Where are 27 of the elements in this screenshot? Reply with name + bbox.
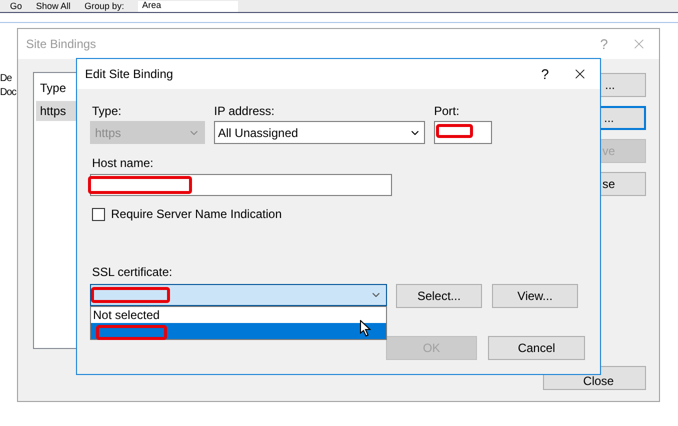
checkbox-label: Require Server Name Indication [111, 206, 282, 223]
ip-address-select[interactable]: All Unassigned [214, 121, 425, 144]
column-header[interactable]: Type [40, 79, 66, 97]
toolbar-button[interactable]: Show All [36, 2, 71, 10]
dialog-button[interactable]: Select... [396, 284, 482, 308]
port-label: Port: [434, 103, 460, 119]
help-button[interactable]: ? [530, 64, 560, 84]
dialog-button[interactable]: View... [492, 284, 578, 308]
redaction-mark [436, 124, 473, 138]
window-title: Edit Site Binding [85, 66, 174, 83]
group-by-field[interactable]: Area [138, 0, 238, 12]
redaction-mark [96, 325, 167, 340]
background-label: Doc [0, 86, 16, 100]
cursor-icon [360, 320, 371, 337]
dialog-button[interactable]: Cancel [488, 336, 585, 360]
type-label: Type: [91, 103, 122, 119]
ip-address-label: IP address: [214, 103, 276, 119]
background-label: De [0, 72, 13, 86]
host-name-field[interactable] [90, 174, 392, 196]
ssl-certificate-label: SSL certificate: [91, 264, 172, 280]
group-by-label: Group by: [84, 2, 124, 10]
host-name-label: Host name: [91, 155, 154, 171]
toolbar-button[interactable]: Go [10, 2, 22, 10]
port-field[interactable] [434, 121, 492, 144]
ssl-certificate-select[interactable] [90, 284, 387, 306]
window-title: Site Bindings [26, 36, 96, 53]
checkbox[interactable] [92, 208, 105, 220]
